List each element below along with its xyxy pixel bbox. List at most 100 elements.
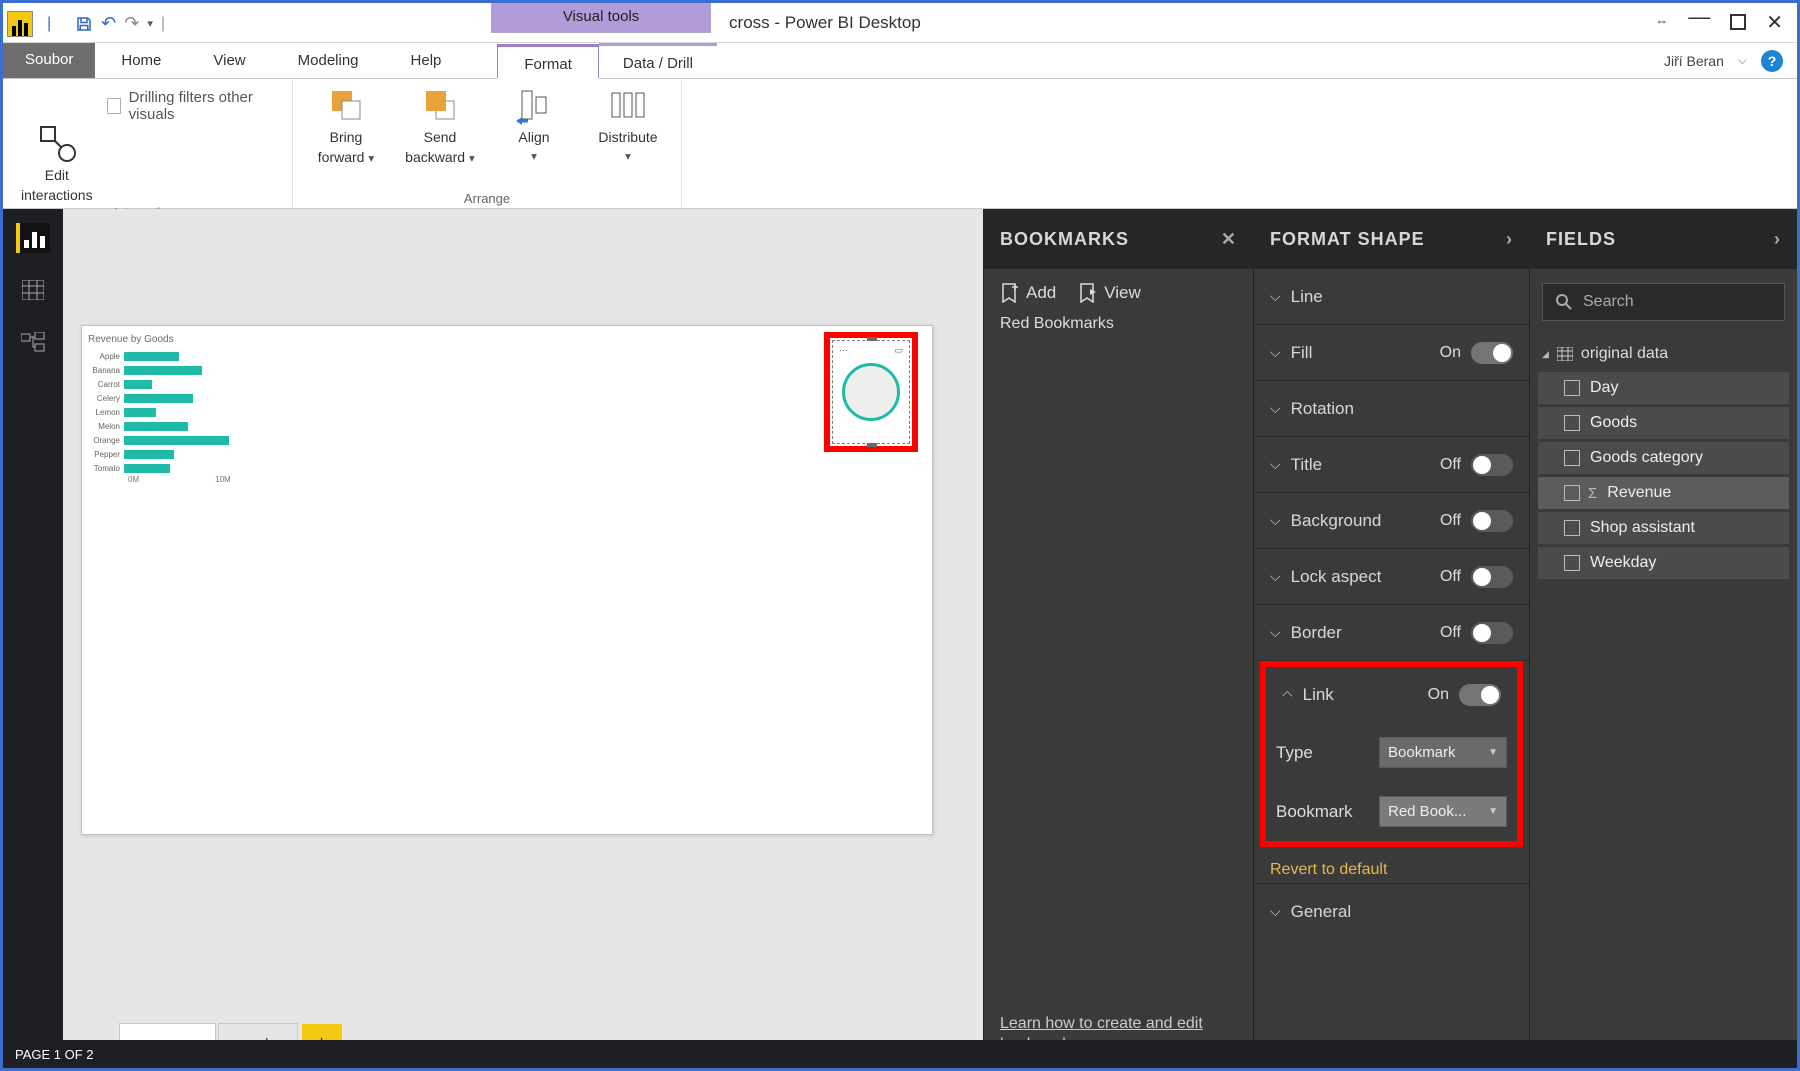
bookmark-view-button[interactable]: View [1078, 283, 1141, 303]
chevron-right-icon[interactable]: › [1506, 229, 1513, 250]
selection-frame[interactable]: ⋯ ▭ [832, 340, 910, 444]
fields-header: FIELDS › [1530, 209, 1797, 269]
field-table-header[interactable]: ◢ original data [1538, 339, 1789, 369]
fmt-lock-aspect[interactable]: ⌵Lock aspect Off [1254, 549, 1529, 605]
chevron-right-icon[interactable]: › [1774, 229, 1781, 250]
field-name: Day [1590, 379, 1618, 397]
title-bar: | ↶ ↷ ▾ | Visual tools cross - Power BI … [3, 3, 1797, 43]
field-item[interactable]: ΣRevenue [1538, 477, 1789, 509]
fields-search-input[interactable]: Search [1542, 283, 1785, 321]
report-page[interactable]: Revenue by Goods AppleBananaCarrotCelery… [81, 325, 933, 835]
minimize-icon[interactable]: — [1688, 4, 1710, 30]
chart-category-label: Pepper [88, 450, 124, 459]
revert-to-default-link[interactable]: Revert to default [1254, 847, 1529, 883]
field-checkbox[interactable] [1564, 520, 1580, 536]
x-tick: 0M [128, 475, 139, 484]
resize-handle-icon[interactable]: ⇔ [1655, 13, 1668, 28]
bar-chart-visual[interactable]: Revenue by Goods AppleBananaCarrotCelery… [88, 334, 231, 484]
undo-icon[interactable]: ↶ [101, 13, 116, 34]
fill-toggle[interactable] [1471, 342, 1513, 364]
fmt-line-label: Line [1291, 287, 1323, 307]
field-checkbox[interactable] [1564, 380, 1580, 396]
chart-title: Revenue by Goods [88, 334, 231, 345]
tab-data-drill[interactable]: Data / Drill [599, 43, 717, 78]
data-view-icon[interactable] [16, 275, 50, 305]
fmt-background[interactable]: ⌵Background Off [1254, 493, 1529, 549]
fmt-border[interactable]: ⌵Border Off [1254, 605, 1529, 661]
tab-view[interactable]: View [187, 43, 271, 78]
workspace: Revenue by Goods AppleBananaCarrotCelery… [3, 209, 1797, 1068]
close-icon[interactable]: ✕ [1221, 229, 1237, 250]
edit-interactions-button[interactable]: Edit interactions [21, 123, 93, 203]
send-l1: Send [424, 129, 457, 145]
link-toggle[interactable] [1459, 684, 1501, 706]
chart-bar [124, 380, 152, 389]
chart-bar [124, 436, 229, 445]
qat-dropdown-icon[interactable]: ▾ [147, 17, 153, 30]
field-item[interactable]: Day [1538, 372, 1789, 404]
oval-shape[interactable] [842, 363, 900, 421]
redo-icon[interactable]: ↷ [124, 13, 139, 34]
help-icon[interactable]: ? [1761, 50, 1783, 72]
fmt-rotation-label: Rotation [1291, 399, 1354, 419]
fields-pane: FIELDS › Search ◢ original data Day Goods… [1529, 209, 1797, 1068]
field-item[interactable]: Shop assistant [1538, 512, 1789, 544]
fields-title: FIELDS [1546, 229, 1616, 250]
field-item[interactable]: Goods category [1538, 442, 1789, 474]
fmt-title[interactable]: ⌵Title Off [1254, 437, 1529, 493]
file-tab[interactable]: Soubor [3, 43, 95, 78]
link-bookmark-dropdown[interactable]: Red Book...▼ [1379, 796, 1507, 827]
maximize-icon[interactable] [1730, 14, 1746, 30]
fmt-link-label: Link [1303, 685, 1334, 705]
ribbon: Drilling filters other visuals Edit inte… [3, 79, 1797, 209]
field-checkbox[interactable] [1564, 415, 1580, 431]
fmt-rotation[interactable]: ⌵Rotation [1254, 381, 1529, 437]
tab-help[interactable]: Help [385, 43, 468, 78]
format-shape-pane: FORMAT SHAPE › ⌵Line ⌵Fill On ⌵Rotation … [1253, 209, 1529, 1068]
tab-home[interactable]: Home [95, 43, 187, 78]
model-view-icon[interactable] [16, 327, 50, 357]
background-toggle[interactable] [1471, 510, 1513, 532]
save-icon[interactable] [75, 15, 93, 33]
bring-l2: forward [318, 149, 365, 165]
close-icon[interactable]: ✕ [1766, 10, 1783, 35]
canvas[interactable]: Revenue by Goods AppleBananaCarrotCelery… [63, 209, 983, 1020]
report-view-icon[interactable] [16, 223, 50, 253]
border-toggle[interactable] [1471, 622, 1513, 644]
chart-bar-row: Apple [88, 349, 231, 363]
tab-modeling[interactable]: Modeling [272, 43, 385, 78]
user-name[interactable]: Jiří Beran [1664, 53, 1724, 69]
link-type-dropdown[interactable]: Bookmark▼ [1379, 737, 1507, 768]
bookmark-view-label: View [1104, 283, 1141, 303]
field-name: Goods [1590, 414, 1637, 432]
chart-bar [124, 366, 202, 375]
chevron-down-icon[interactable]: ⌵ [1738, 53, 1747, 68]
field-item[interactable]: Goods [1538, 407, 1789, 439]
lock-toggle[interactable] [1471, 566, 1513, 588]
drill-filters-checkbox[interactable] [107, 98, 121, 114]
align-label: Align [518, 129, 549, 145]
bookmark-add-button[interactable]: Add [1000, 283, 1056, 303]
fmt-general[interactable]: ⌵General [1254, 883, 1529, 939]
field-checkbox[interactable] [1564, 485, 1580, 501]
fmt-line[interactable]: ⌵Line [1254, 269, 1529, 325]
align-button[interactable]: Align ▾ [499, 85, 569, 163]
distribute-button[interactable]: Distribute ▾ [593, 85, 663, 163]
bring-forward-button[interactable]: Bring forward ▾ [311, 85, 381, 165]
field-checkbox[interactable] [1564, 450, 1580, 466]
drill-filters-label: Drilling filters other visuals [129, 89, 274, 123]
chart-bar [124, 464, 170, 473]
fmt-fill[interactable]: ⌵Fill On [1254, 325, 1529, 381]
title-toggle[interactable] [1471, 454, 1513, 476]
field-item[interactable]: Weekday [1538, 547, 1789, 579]
send-backward-button[interactable]: Send backward ▾ [405, 85, 475, 165]
chart-category-label: Apple [88, 352, 124, 361]
bookmark-item[interactable]: Red Bookmarks [984, 313, 1253, 341]
bring-l1: Bring [330, 129, 363, 145]
visual-focus-icon[interactable]: ▭ [894, 345, 903, 356]
visual-filter-icon[interactable]: ⋯ [839, 345, 848, 356]
fmt-link[interactable]: ⌵Link On [1266, 667, 1517, 723]
field-checkbox[interactable] [1564, 555, 1580, 571]
tab-format[interactable]: Format [497, 44, 599, 79]
x-tick: 10M [215, 475, 231, 484]
